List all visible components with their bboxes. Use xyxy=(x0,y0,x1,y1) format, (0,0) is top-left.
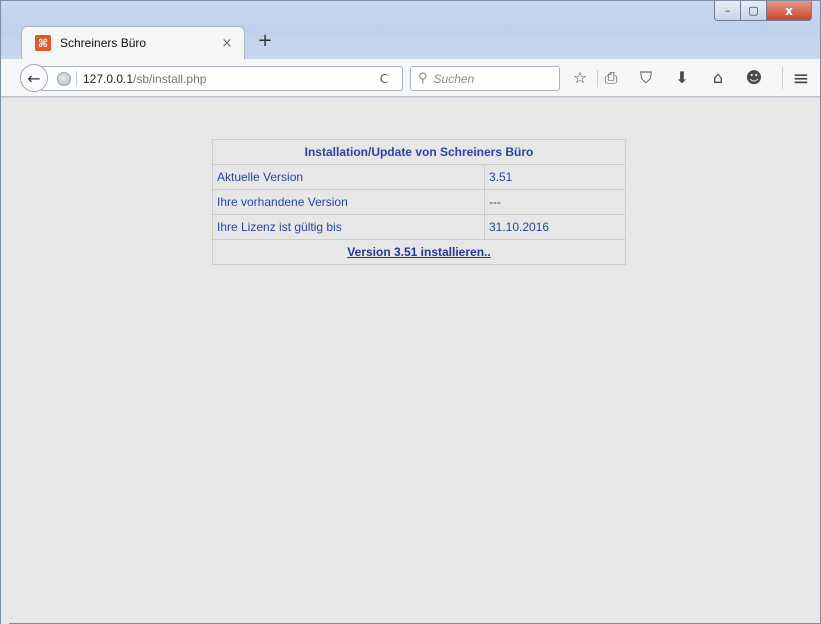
navigation-toolbar: 127.0.0.1/sb/install.php C ← ⚲ Suchen ☆ … xyxy=(1,59,820,97)
search-icon: ⚲ xyxy=(418,71,428,86)
chat-icon[interactable]: ☻ xyxy=(743,68,765,88)
installed-version-value: --- xyxy=(484,189,626,215)
table-row: Version 3.51 installieren.. xyxy=(212,239,626,265)
pocket-icon[interactable]: ⛉ xyxy=(635,68,657,88)
table-row: Aktuelle Version 3.51 xyxy=(212,164,626,190)
minimize-button[interactable]: – xyxy=(714,1,741,21)
window-controls: – ▢ x xyxy=(714,1,812,21)
download-icon[interactable]: ⬇ xyxy=(671,68,693,88)
maximize-button[interactable]: ▢ xyxy=(741,1,767,21)
reload-icon[interactable]: C xyxy=(374,72,394,86)
menu-separator xyxy=(782,67,783,89)
installed-version-label: Ihre vorhandene Version xyxy=(212,189,485,215)
search-placeholder: Suchen xyxy=(433,71,475,86)
install-link-cell: Version 3.51 installieren.. xyxy=(212,239,626,265)
new-tab-button[interactable]: + xyxy=(255,31,275,51)
search-input[interactable]: ⚲ Suchen xyxy=(410,66,560,91)
url-host: 127.0.0.1 xyxy=(83,71,134,86)
license-valid-value: 31.10.2016 xyxy=(484,214,626,240)
table-row: Ihre Lizenz ist gültig bis 31.10.2016 xyxy=(212,214,626,240)
url-bar[interactable]: 127.0.0.1/sb/install.php C xyxy=(41,66,403,91)
current-version-value: 3.51 xyxy=(484,164,626,190)
close-window-button[interactable]: x xyxy=(767,1,812,21)
reading-list-icon[interactable]: ⎙ xyxy=(600,68,622,88)
title-bar: ⌘ Schreiners Büro × + – ▢ x xyxy=(1,1,820,59)
url-path: /sb/install.php xyxy=(133,71,207,86)
toolbar-separator xyxy=(597,70,598,87)
site-identity-icon[interactable] xyxy=(57,71,71,86)
page-content: Installation/Update von Schreiners Büro … xyxy=(9,98,820,623)
home-icon[interactable]: ⌂ xyxy=(707,68,729,88)
left-border xyxy=(1,98,9,624)
install-table: Installation/Update von Schreiners Büro … xyxy=(212,139,626,265)
browser-window: ⌘ Schreiners Büro × + – ▢ x 127.0.0.1/sb… xyxy=(0,0,821,624)
tab-title: Schreiners Büro xyxy=(60,36,147,50)
license-valid-label: Ihre Lizenz ist gültig bis xyxy=(212,214,485,240)
install-title: Installation/Update von Schreiners Büro xyxy=(212,139,626,165)
table-header-row: Installation/Update von Schreiners Büro xyxy=(212,139,626,165)
install-version-link[interactable]: Version 3.51 installieren.. xyxy=(347,245,490,259)
tab-schreiners-buero[interactable]: ⌘ Schreiners Büro × xyxy=(21,26,245,59)
url-text[interactable]: 127.0.0.1/sb/install.php xyxy=(83,72,374,86)
hamburger-menu-icon[interactable]: ≡ xyxy=(790,68,812,88)
bookmark-star-icon[interactable]: ☆ xyxy=(569,68,591,88)
tab-close-icon[interactable]: × xyxy=(220,36,234,51)
back-button[interactable]: ← xyxy=(20,64,48,92)
url-separator xyxy=(76,71,77,86)
table-row: Ihre vorhandene Version --- xyxy=(212,189,626,215)
xampp-favicon-icon: ⌘ xyxy=(35,35,51,51)
current-version-label: Aktuelle Version xyxy=(212,164,485,190)
